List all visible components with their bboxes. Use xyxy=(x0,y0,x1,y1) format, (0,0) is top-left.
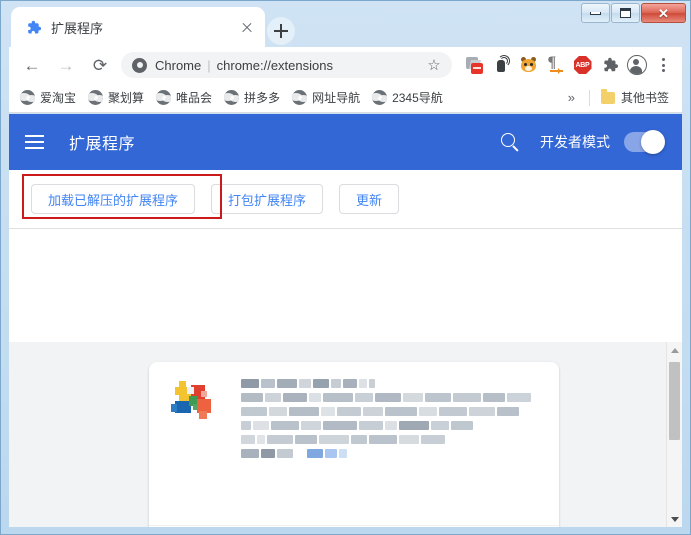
extension-description-redacted xyxy=(241,435,541,444)
restore-button[interactable] xyxy=(611,3,640,23)
extensions-list xyxy=(9,342,682,527)
divider xyxy=(588,89,590,106)
bookmarks-overflow-icon[interactable]: » xyxy=(560,90,583,105)
scroll-up-button[interactable] xyxy=(667,342,682,358)
browser-toolbar: ← → ⟳ Chrome | chrome://extensions ☆ ¶ A… xyxy=(9,47,682,83)
profile-avatar[interactable] xyxy=(624,53,649,78)
abp-label: ABP xyxy=(575,61,590,69)
page-scrollbar[interactable] xyxy=(666,342,682,527)
minimize-button[interactable] xyxy=(581,3,610,23)
extension-card-text xyxy=(241,379,541,463)
globe-icon xyxy=(224,90,240,105)
pack-extension-button[interactable]: 打包扩展程序 xyxy=(211,184,324,214)
bookmark-item[interactable]: 唯品会 xyxy=(151,86,219,109)
puzzle-icon xyxy=(25,19,42,36)
load-unpacked-button[interactable]: 加载已解压的扩展程序 xyxy=(31,184,196,214)
toolbar-extension-icons: ¶ ABP xyxy=(458,53,676,78)
back-arrow-icon: ← xyxy=(23,55,41,75)
omnibox-separator: | xyxy=(207,57,211,73)
bookmark-label: 唯品会 xyxy=(176,91,213,105)
tab-title: 扩展程序 xyxy=(51,20,104,36)
globe-icon xyxy=(292,90,308,105)
bookmark-label: 爱淘宝 xyxy=(40,91,77,105)
extension-description-redacted xyxy=(241,393,541,402)
extension-description-redacted xyxy=(241,407,541,416)
reload-button[interactable]: ⟳ xyxy=(86,51,114,79)
bookmark-label: 2345导航 xyxy=(392,91,443,105)
pilcrow-icon[interactable]: ¶ xyxy=(543,53,568,78)
new-tab-button[interactable] xyxy=(267,17,295,45)
bookmark-item[interactable]: 聚划算 xyxy=(83,86,151,109)
other-bookmarks-folder[interactable]: 其他书签 xyxy=(596,86,676,109)
hamburger-menu-icon[interactable] xyxy=(25,129,51,155)
developer-mode-label: 开发者模式 xyxy=(540,134,610,150)
scrollbar-thumb[interactable] xyxy=(669,362,680,440)
bookmark-item[interactable]: 拼多多 xyxy=(219,86,287,109)
globe-icon xyxy=(88,90,104,105)
reload-icon: ⟳ xyxy=(92,55,108,75)
update-button[interactable]: 更新 xyxy=(339,184,400,214)
other-bookmarks-label: 其他书签 xyxy=(620,91,669,105)
folder-icon xyxy=(600,89,615,104)
close-glyph: ✕ xyxy=(658,5,669,21)
window-controls: ✕ xyxy=(581,3,686,23)
extensions-header: 扩展程序 开发者模式 xyxy=(9,114,682,170)
extension-version-redacted xyxy=(241,449,541,458)
bookmark-star-icon[interactable]: ☆ xyxy=(424,55,444,75)
close-icon[interactable] xyxy=(237,17,257,37)
browser-tab[interactable]: 扩展程序 xyxy=(11,7,265,47)
address-input[interactable]: chrome://extensions xyxy=(217,58,424,73)
bookmark-item[interactable]: 爱淘宝 xyxy=(15,86,83,109)
globe-icon xyxy=(20,90,35,105)
extension-card[interactable] xyxy=(149,362,559,527)
forward-arrow-icon: → xyxy=(57,55,75,75)
tab-strip: 扩展程序 ✕ xyxy=(1,1,690,47)
chrome-menu-button[interactable] xyxy=(651,53,676,78)
cursor-wifi-icon[interactable] xyxy=(489,53,514,78)
bookmark-item[interactable]: 2345导航 xyxy=(367,86,450,109)
scroll-down-button[interactable] xyxy=(667,511,682,527)
adblock-plus-icon[interactable]: ABP xyxy=(570,53,595,78)
extensions-action-bar: 加载已解压的扩展程序 打包扩展程序 更新 xyxy=(9,170,682,229)
chrome-logo-icon xyxy=(132,57,147,73)
globe-icon xyxy=(372,90,388,105)
extension-name-redacted xyxy=(241,379,541,388)
address-bar[interactable]: Chrome | chrome://extensions ☆ xyxy=(121,52,452,78)
browser-window: 扩展程序 ✕ ← → ⟳ Chrome | chrome://extension… xyxy=(0,0,691,535)
omnibox-scheme-label: Chrome xyxy=(155,57,202,73)
close-window-button[interactable]: ✕ xyxy=(641,3,686,23)
bookmark-label: 聚划算 xyxy=(108,91,145,105)
bookmark-label: 拼多多 xyxy=(244,91,281,105)
colorful-puzzle-icon xyxy=(171,379,219,427)
forward-button[interactable]: → xyxy=(52,51,80,79)
developer-mode-toggle[interactable] xyxy=(624,130,665,154)
bookmarks-bar: 爱淘宝 聚划算 唯品会 拼多多 网址导航 2345导航 » 其他书签 xyxy=(9,83,682,113)
bookmark-label: 网址导航 xyxy=(312,91,361,105)
page-title: 扩展程序 xyxy=(69,136,136,153)
bookmark-item[interactable]: 网址导航 xyxy=(287,86,367,109)
tiger-icon[interactable] xyxy=(516,53,541,78)
back-button[interactable]: ← xyxy=(18,51,46,79)
extension-description-redacted xyxy=(241,421,541,430)
window-frame-bottom xyxy=(1,527,690,534)
extensions-puzzle-icon[interactable] xyxy=(597,53,622,78)
toggle-knob xyxy=(641,130,665,154)
extension-card-body xyxy=(149,362,559,463)
screen-capture-icon[interactable] xyxy=(462,53,487,78)
globe-icon xyxy=(156,90,172,105)
search-icon[interactable] xyxy=(498,130,522,154)
extensions-page: 扩展程序 开发者模式 加载已解压的扩展程序 打包扩展程序 更新 xyxy=(9,114,682,527)
